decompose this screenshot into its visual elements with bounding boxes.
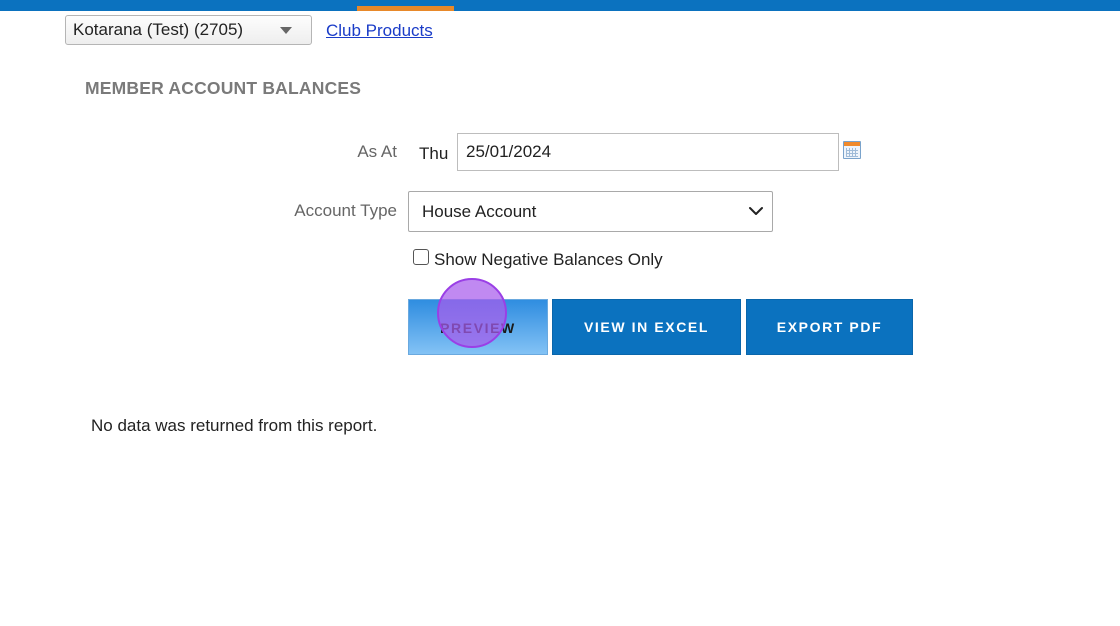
- calendar-icon[interactable]: [843, 141, 861, 159]
- preview-button[interactable]: PREVIEW: [408, 299, 548, 355]
- chevron-down-icon: [749, 207, 763, 215]
- caret-down-icon: [280, 27, 292, 34]
- day-of-week-label: Thu: [419, 144, 449, 163]
- show-negative-label[interactable]: Show Negative Balances Only: [434, 250, 663, 270]
- active-tab-indicator: [357, 6, 454, 11]
- account-type-value: House Account: [422, 202, 537, 221]
- no-data-message: No data was returned from this report.: [91, 416, 378, 435]
- club-products-link[interactable]: Club Products: [326, 21, 433, 41]
- club-select[interactable]: Kotarana (Test) (2705): [65, 15, 312, 45]
- page-title: MEMBER ACCOUNT BALANCES: [85, 78, 362, 98]
- show-negative-checkbox[interactable]: [413, 249, 429, 265]
- as-at-date-input[interactable]: [457, 133, 839, 171]
- export-pdf-button[interactable]: EXPORT PDF: [746, 299, 913, 355]
- account-type-label: Account Type: [294, 201, 397, 220]
- account-type-select[interactable]: House Account: [408, 191, 773, 232]
- view-in-excel-button[interactable]: VIEW IN EXCEL: [552, 299, 741, 355]
- top-nav-bar: [0, 0, 1120, 11]
- club-select-value: Kotarana (Test) (2705): [73, 20, 244, 39]
- as-at-label: As At: [357, 142, 397, 161]
